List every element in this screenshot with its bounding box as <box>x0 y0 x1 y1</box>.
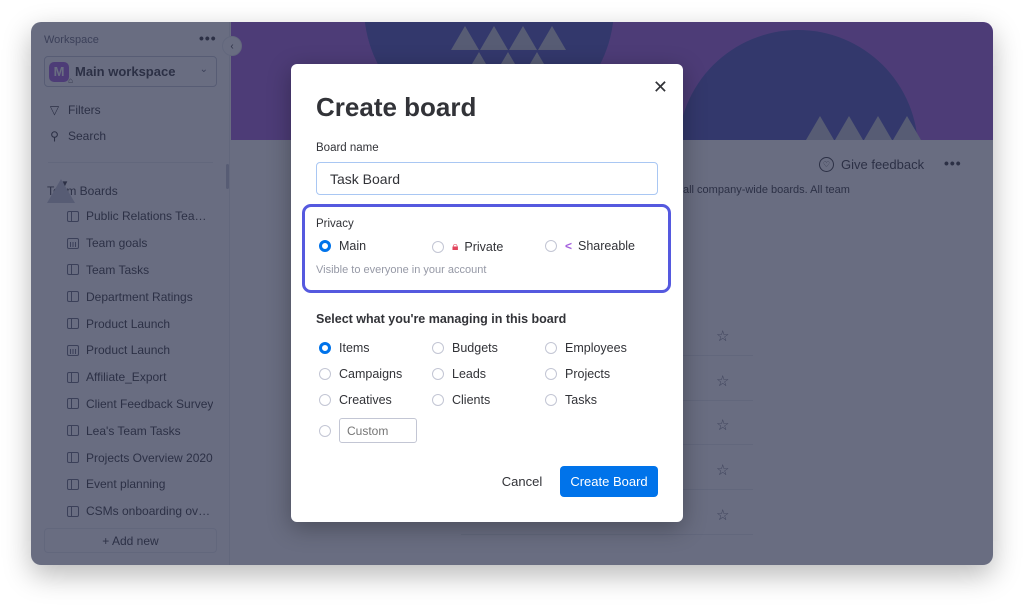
board-name-label: Board name <box>316 142 379 154</box>
manage-option-label: Tasks <box>565 393 597 407</box>
custom-input[interactable] <box>339 418 417 443</box>
privacy-option-label: Main <box>339 239 367 253</box>
privacy-option-private[interactable]: 🔒︎ Private <box>432 239 503 254</box>
board-name-input[interactable] <box>316 162 658 195</box>
radio-main[interactable] <box>319 240 331 252</box>
manage-option-label: Employees <box>565 341 627 355</box>
manage-option-label: Campaigns <box>339 367 403 381</box>
privacy-option-label: Private <box>464 239 504 254</box>
privacy-option-main[interactable]: Main <box>319 239 366 253</box>
dialog-title: Create board <box>316 92 477 122</box>
manage-option-label: Creatives <box>339 393 392 407</box>
close-icon[interactable]: ✕ <box>653 78 668 96</box>
radio-employees[interactable] <box>545 342 557 354</box>
privacy-label: Privacy <box>316 218 354 230</box>
create-board-dialog: ✕ Create board Board name Privacy Main 🔒︎… <box>291 64 683 522</box>
manage-option-projects[interactable]: Projects <box>545 367 610 381</box>
manage-option-label: Budgets <box>452 341 498 355</box>
cancel-button[interactable]: Cancel <box>497 466 547 496</box>
manage-option-employees[interactable]: Employees <box>545 341 627 355</box>
radio-campaigns[interactable] <box>319 368 331 380</box>
radio-projects[interactable] <box>545 368 557 380</box>
radio-leads[interactable] <box>432 368 444 380</box>
privacy-hint: Visible to everyone in your account <box>316 264 487 276</box>
manage-option-tasks[interactable]: Tasks <box>545 393 597 407</box>
share-icon: < <box>565 239 573 253</box>
radio-budgets[interactable] <box>432 342 444 354</box>
privacy-option-shareable[interactable]: < Shareable <box>545 239 635 253</box>
manage-option-leads[interactable]: Leads <box>432 367 486 381</box>
manage-option-label: Items <box>339 341 370 355</box>
manage-option-label: Projects <box>565 367 611 381</box>
manage-option-creatives[interactable]: Creatives <box>319 393 392 407</box>
manage-option-clients[interactable]: Clients <box>432 393 490 407</box>
privacy-option-label: Shareable <box>578 239 636 253</box>
radio-shareable[interactable] <box>545 240 557 252</box>
lock-icon: 🔒︎ <box>452 239 459 253</box>
manage-option-label: Leads <box>452 367 487 381</box>
custom-option[interactable] <box>319 418 417 443</box>
radio-creatives[interactable] <box>319 394 331 406</box>
radio-private[interactable] <box>432 240 444 253</box>
manage-option-budgets[interactable]: Budgets <box>432 341 498 355</box>
radio-custom[interactable] <box>319 424 331 437</box>
manage-option-items[interactable]: Items <box>319 341 370 355</box>
manage-option-label: Clients <box>452 393 491 407</box>
radio-tasks[interactable] <box>545 394 557 406</box>
manage-option-campaigns[interactable]: Campaigns <box>319 367 402 381</box>
create-board-button[interactable]: Create Board <box>560 466 658 497</box>
radio-clients[interactable] <box>432 394 444 406</box>
manage-title: Select what you're managing in this boar… <box>316 312 567 326</box>
radio-items[interactable] <box>319 342 331 354</box>
